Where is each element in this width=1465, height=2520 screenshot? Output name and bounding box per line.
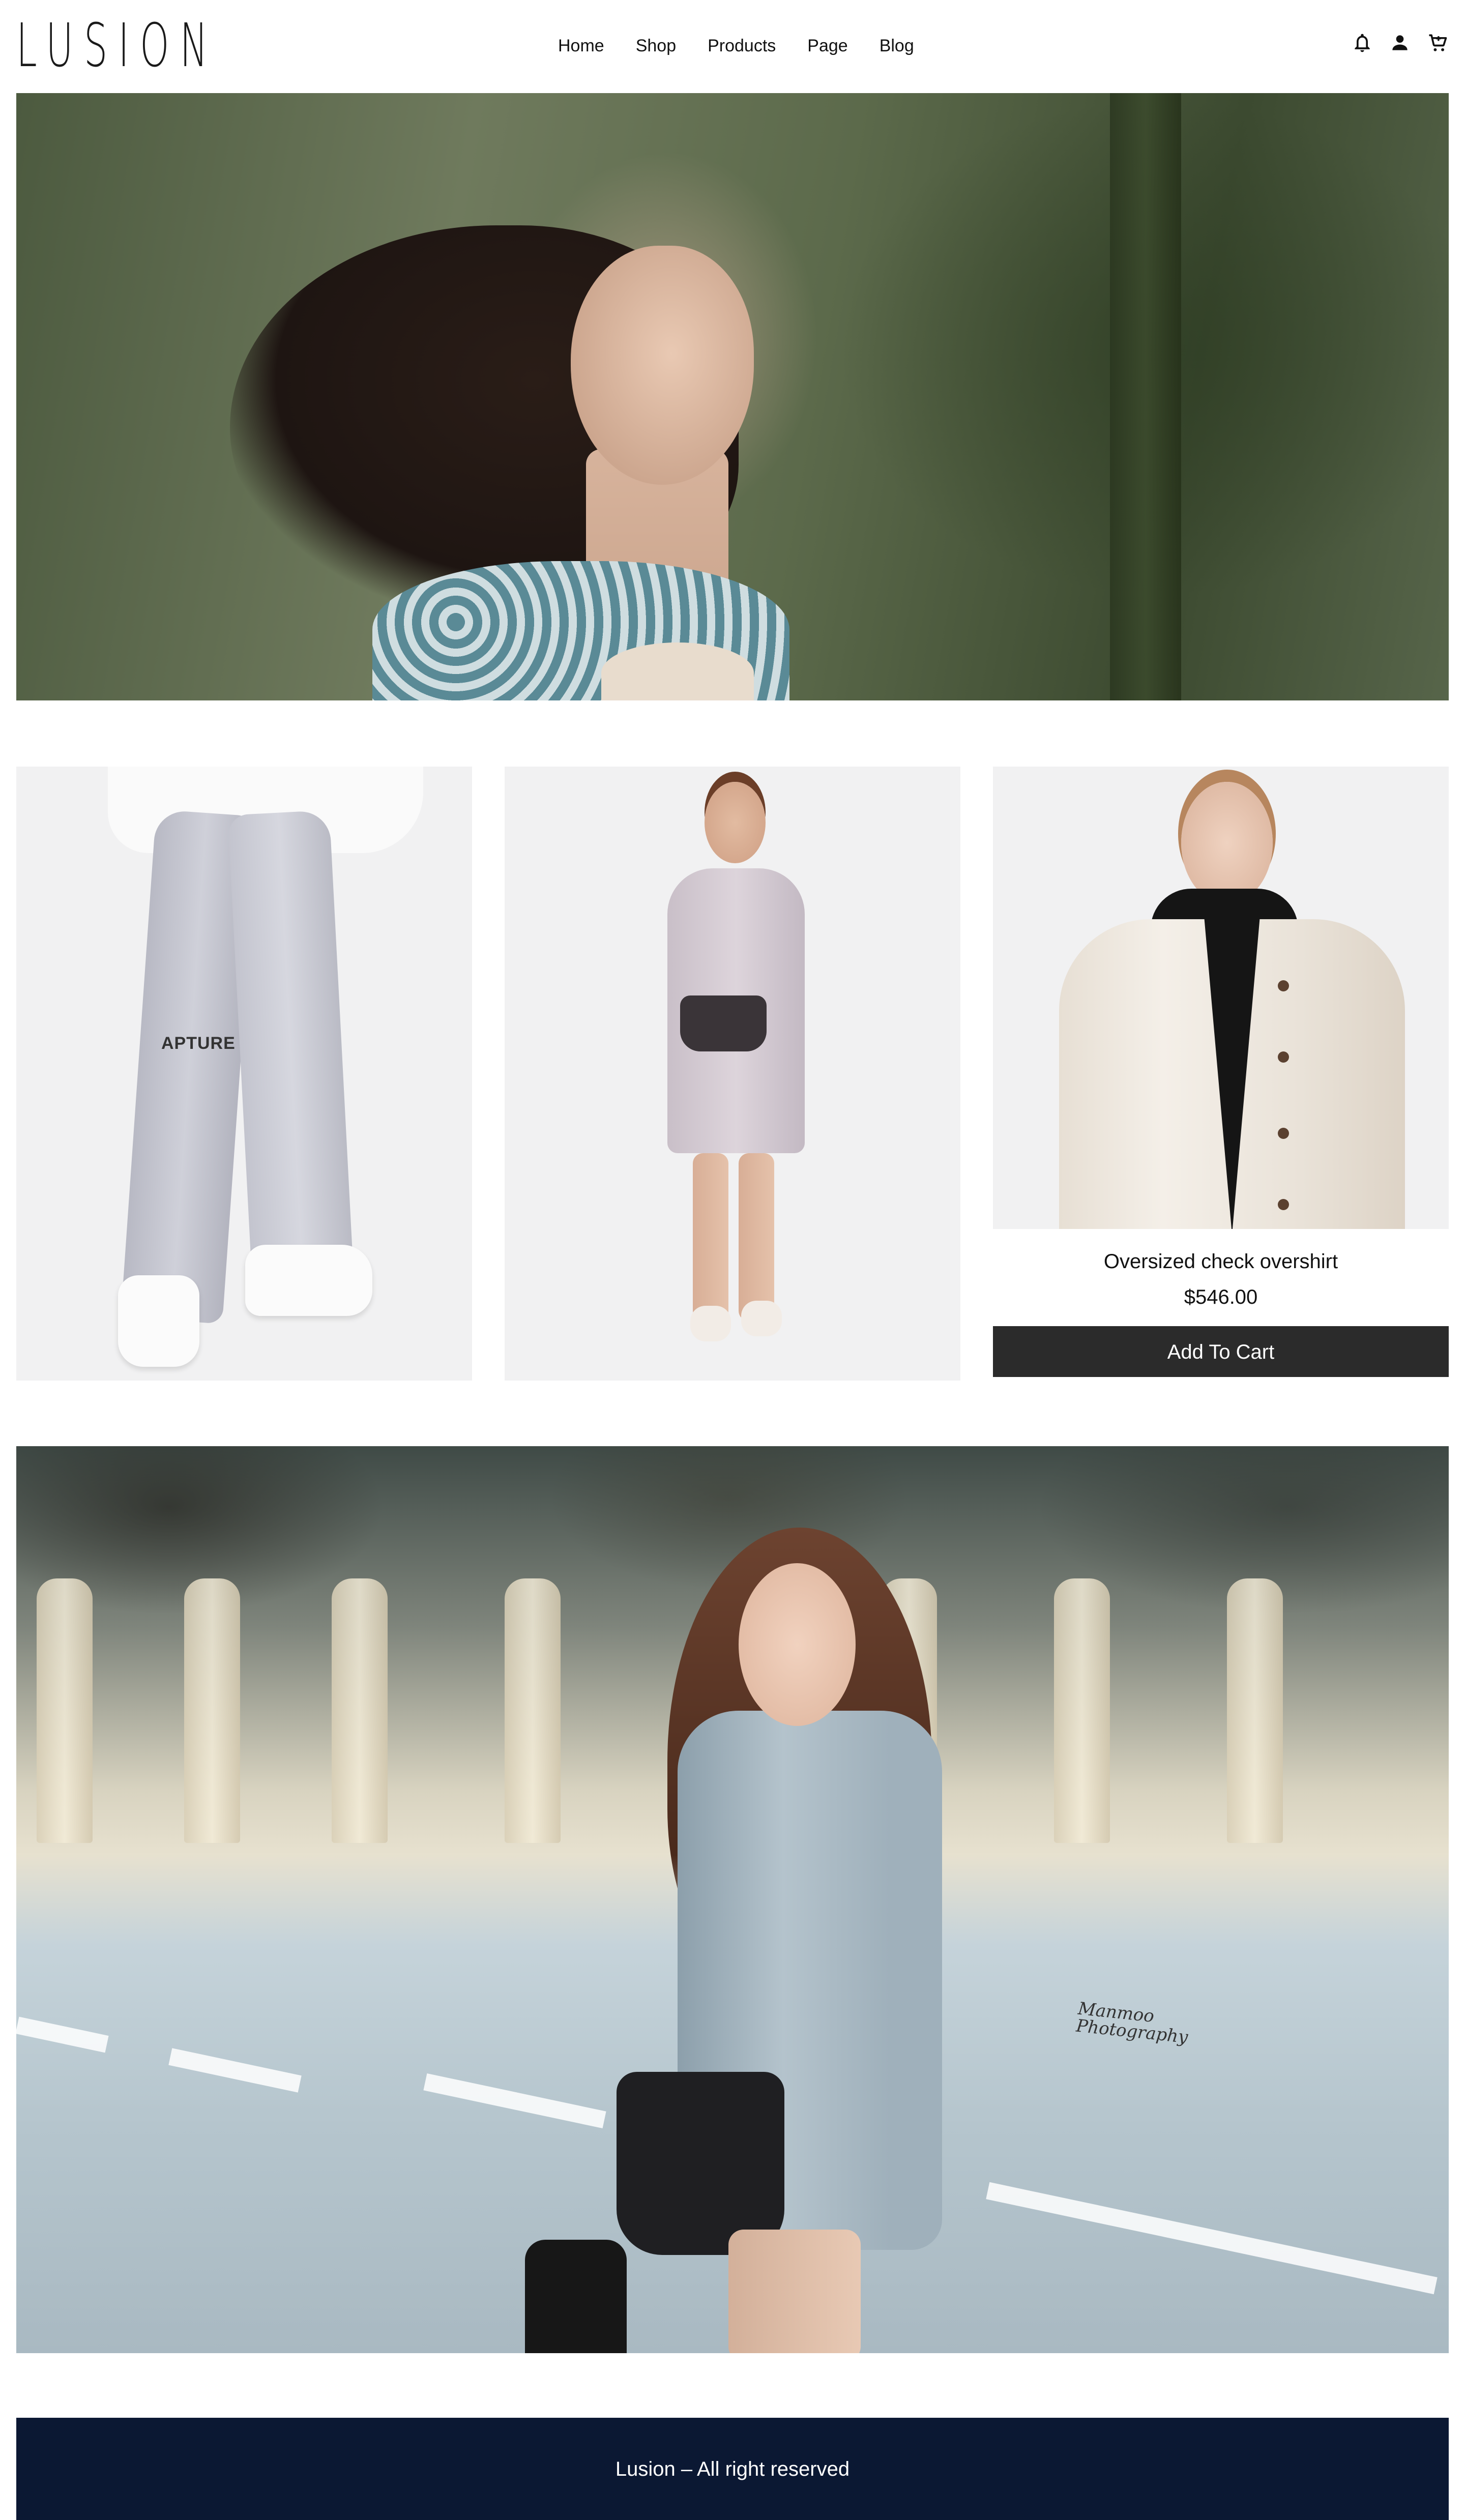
fence-post <box>1227 1578 1283 1843</box>
product-image-dress[interactable] <box>505 767 960 1381</box>
pants-print: APTURE <box>161 1034 236 1053</box>
camera <box>525 2240 627 2353</box>
hero-image <box>16 93 1449 700</box>
product-image-pants[interactable]: APTURE <box>16 767 472 1381</box>
sneaker <box>245 1245 372 1316</box>
road-marking <box>986 2182 1438 2295</box>
shoulder-bag <box>617 2072 784 2255</box>
fence-post <box>332 1578 388 1843</box>
fence-post <box>37 1578 93 1843</box>
header-icons <box>1351 32 1449 54</box>
model-top <box>601 642 754 700</box>
site-header: LUSION Home Shop Products Page Blog <box>0 0 1465 93</box>
tree-trunk <box>1110 93 1181 700</box>
model-head <box>705 782 766 863</box>
sneaker <box>741 1301 782 1336</box>
lifestyle-image: Manmoo Photography <box>16 1446 1449 2353</box>
add-to-cart-button[interactable]: Add To Cart <box>993 1326 1449 1377</box>
product-name[interactable]: Oversized check overshirt <box>993 1249 1449 1274</box>
model-face <box>571 246 754 485</box>
nav-shop[interactable]: Shop <box>636 33 676 59</box>
product-card[interactable]: APTURE <box>16 767 472 1381</box>
model-leg <box>739 1153 774 1321</box>
nav-home[interactable]: Home <box>558 33 604 59</box>
coat-button <box>1278 1199 1289 1210</box>
road-marking <box>168 2048 302 2093</box>
product-card[interactable]: Oversized check overshirt $546.00 Add To… <box>993 767 1449 1377</box>
user-icon[interactable] <box>1389 32 1411 54</box>
product-price: $546.00 <box>1184 1286 1258 1308</box>
model-leg <box>728 2230 861 2353</box>
coat-button <box>1278 1051 1289 1063</box>
nav-page[interactable]: Page <box>807 33 847 59</box>
nav-products[interactable]: Products <box>708 33 776 59</box>
brand-logo[interactable]: LUSION <box>16 15 218 75</box>
bell-icon[interactable] <box>1351 32 1373 54</box>
sneaker <box>118 1275 199 1367</box>
fence-post <box>1054 1578 1110 1843</box>
product-card[interactable] <box>505 767 960 1381</box>
site-footer: Lusion – All right reserved <box>16 2418 1449 2520</box>
pants-leg <box>227 810 355 1293</box>
copyright-text: Lusion – All right reserved <box>615 2458 850 2480</box>
sneaker <box>690 1306 731 1341</box>
coat-button <box>1278 980 1289 991</box>
photographer-signature: Manmoo Photography <box>1075 1998 1189 2048</box>
fence-post <box>505 1578 561 1843</box>
model-head <box>1181 782 1273 904</box>
model-face <box>739 1563 856 1726</box>
main-nav: Home Shop Products Page Blog <box>558 33 946 59</box>
road-marking <box>16 2016 109 2053</box>
model-leg <box>693 1153 728 1321</box>
coat-button <box>1278 1128 1289 1139</box>
crossbody-bag <box>680 995 767 1051</box>
cart-icon[interactable] <box>1426 32 1449 54</box>
fence-post <box>184 1578 240 1843</box>
road-marking <box>423 2073 606 2129</box>
nav-blog[interactable]: Blog <box>880 33 914 59</box>
product-image-overshirt[interactable] <box>993 767 1449 1229</box>
